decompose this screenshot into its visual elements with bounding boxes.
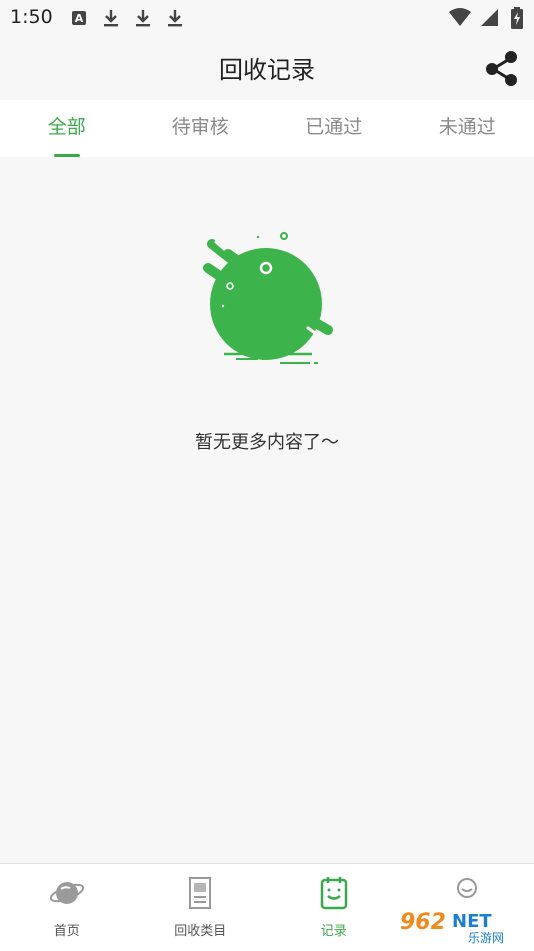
tab-label: 待审核 bbox=[171, 116, 229, 138]
svg-text:962: 962 bbox=[400, 910, 446, 935]
tab-label: 未通过 bbox=[438, 116, 496, 138]
tab-all[interactable]: 全部 bbox=[0, 100, 134, 157]
tab-pending[interactable]: 待审核 bbox=[134, 100, 268, 157]
status-time: 1:50 bbox=[10, 6, 53, 28]
tab-rejected[interactable]: 未通过 bbox=[401, 100, 534, 157]
tab-indicator bbox=[54, 154, 80, 157]
planet-icon bbox=[49, 882, 84, 904]
record-icon bbox=[320, 877, 347, 910]
watermark-logo: 962 NET 乐游网 bbox=[396, 905, 526, 945]
tab-label: 全部 bbox=[47, 116, 86, 138]
share-button[interactable] bbox=[482, 48, 522, 88]
a-icon: A bbox=[72, 11, 86, 25]
page-title: 回收记录 bbox=[219, 56, 315, 84]
nav-item-categories[interactable]: 回收类目 bbox=[134, 864, 268, 951]
wifi-icon bbox=[448, 8, 471, 26]
nav-label: 记录 bbox=[320, 924, 347, 939]
tab-label: 已通过 bbox=[305, 116, 363, 138]
app-header: 回收记录 bbox=[0, 36, 534, 100]
nav-label: 首页 bbox=[53, 924, 80, 939]
svg-text:NET: NET bbox=[452, 911, 492, 932]
download-icon bbox=[168, 10, 182, 27]
nav-item-records[interactable]: 记录 bbox=[267, 864, 401, 951]
status-bar: 1:50 A bbox=[0, 0, 534, 36]
download-icon bbox=[136, 10, 150, 27]
svg-text:乐游网: 乐游网 bbox=[468, 931, 504, 945]
tab-approved[interactable]: 已通过 bbox=[267, 100, 401, 157]
nav-item-home[interactable]: 首页 bbox=[0, 864, 134, 951]
download-icon bbox=[104, 10, 118, 27]
empty-message: 暂无更多内容了～ bbox=[195, 432, 339, 453]
svg-text:A: A bbox=[75, 12, 84, 25]
status-indicators bbox=[448, 7, 524, 29]
signal-icon bbox=[480, 9, 498, 26]
nav-label: 回收类目 bbox=[174, 924, 227, 939]
empty-illustration bbox=[203, 232, 333, 364]
tab-bar: 全部 待审核 已通过 未通过 bbox=[0, 100, 534, 157]
battery-charging-icon bbox=[511, 7, 523, 29]
share-icon bbox=[486, 51, 517, 86]
catalog-icon bbox=[189, 877, 212, 909]
